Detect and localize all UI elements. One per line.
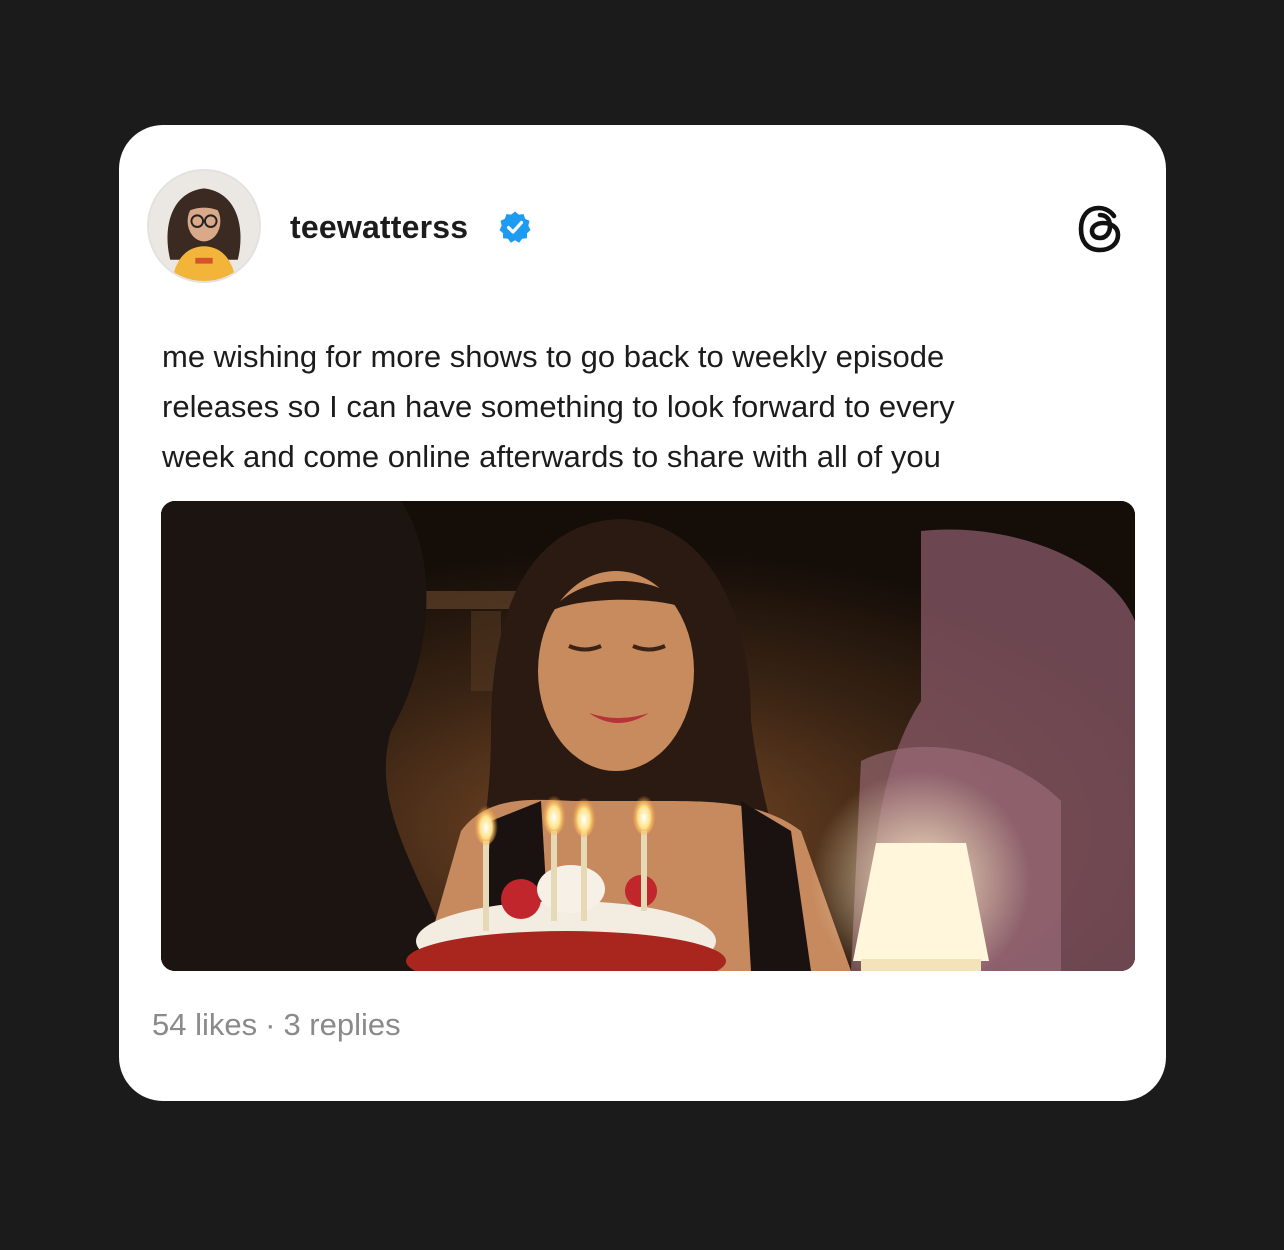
- replies-count[interactable]: 3 replies: [283, 1005, 400, 1045]
- threads-logo-icon[interactable]: [1074, 202, 1128, 256]
- threads-post-card: teewatterss me wishing for more shows to…: [119, 125, 1166, 1101]
- post-stats: 54 likes · 3 replies: [152, 1005, 401, 1045]
- post-text: me wishing for more shows to go back to …: [162, 339, 955, 474]
- username[interactable]: teewatterss: [290, 207, 468, 247]
- post-image[interactable]: [161, 501, 1135, 971]
- avatar-image: [149, 171, 259, 281]
- likes-count[interactable]: 54 likes: [152, 1005, 257, 1045]
- birthday-cake-scene-image: [161, 501, 1135, 971]
- avatar[interactable]: [147, 169, 261, 283]
- verified-badge-icon: [499, 211, 531, 243]
- stats-separator: ·: [265, 1007, 276, 1042]
